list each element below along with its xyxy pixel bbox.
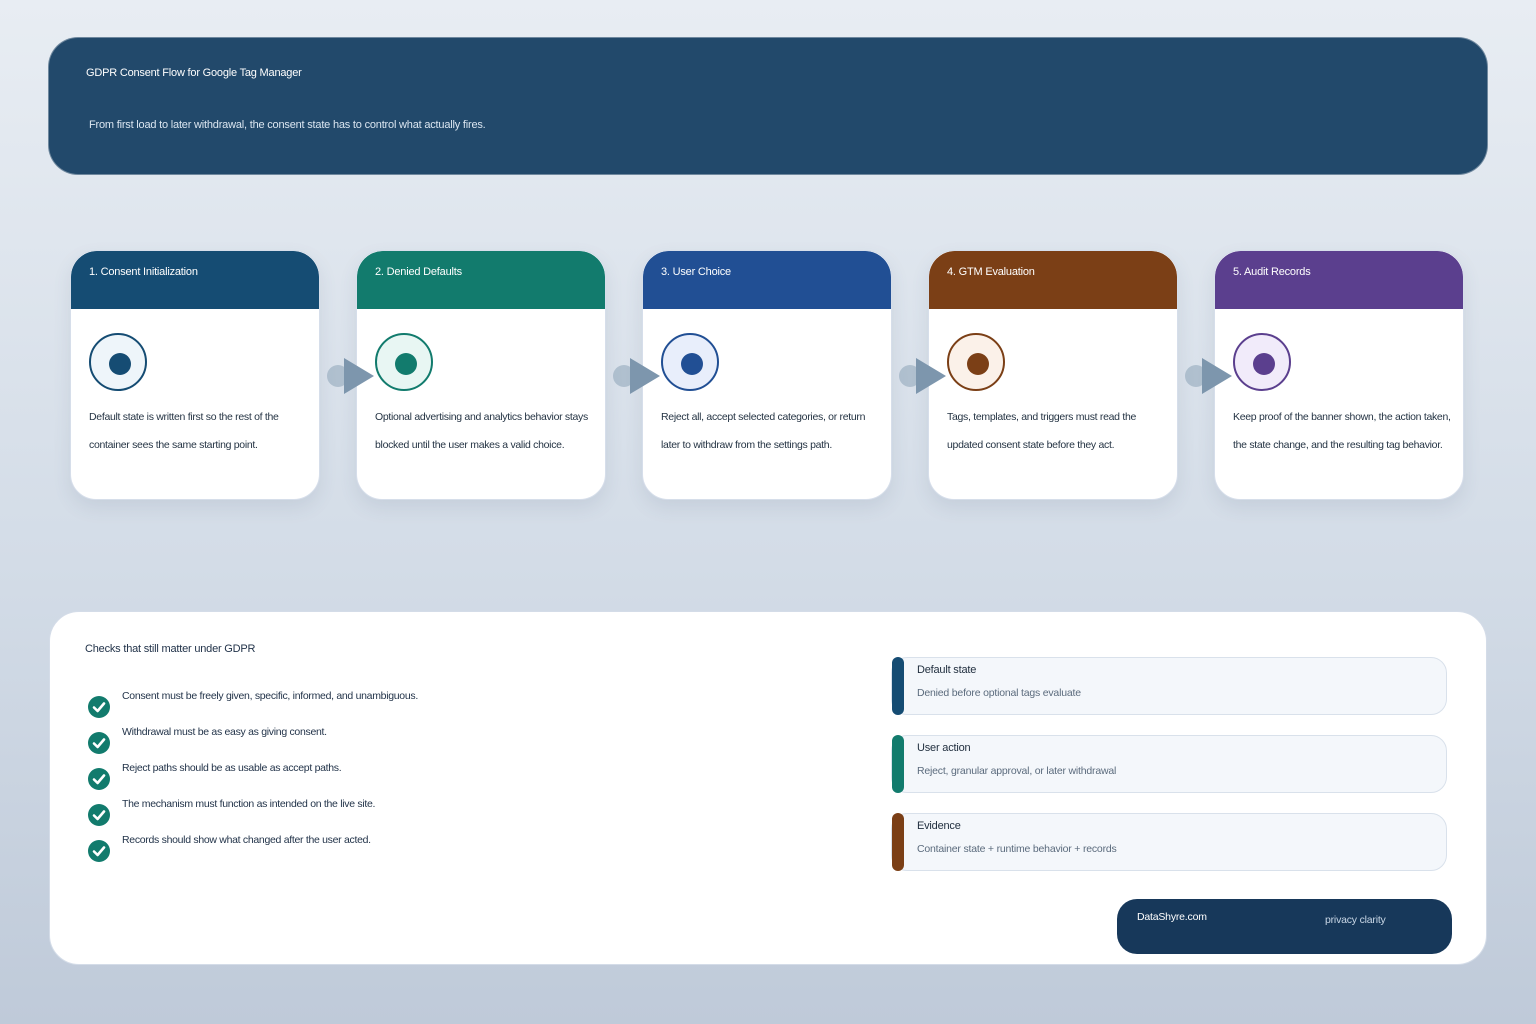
page-title: GDPR Consent Flow for Google Tag Manager [86,67,302,79]
info-accent-bar [892,657,904,715]
step-card-gtm-evaluation: 4. GTM Evaluation Tags, templates, and t… [928,250,1178,500]
info-label: Evidence [917,820,961,832]
step-title: 1. Consent Initialization [89,266,198,278]
target-dot [681,353,703,375]
check-circle-icon [88,804,110,826]
step-title: 4. GTM Evaluation [947,266,1035,278]
info-accent-bar [892,735,904,793]
check-item: Records should show what changed after t… [88,834,648,862]
info-box-default-state: Default state Denied before optional tag… [891,657,1447,715]
check-circle-icon [88,768,110,790]
check-circle-icon [88,840,110,862]
target-icon [1233,333,1291,391]
brand-tagline: privacy clarity [1325,914,1386,926]
checks-title: Checks that still matter under GDPR [85,643,256,655]
info-value: Denied before optional tags evaluate [917,687,1081,699]
step-card-user-choice: 3. User Choice Reject all, accept select… [642,250,892,500]
target-icon [947,333,1005,391]
brand-badge: DataShyre.com privacy clarity [1117,899,1452,954]
arrow-connector-icon [327,358,374,394]
target-dot [1253,353,1275,375]
step-title: 5. Audit Records [1233,266,1311,278]
target-icon [661,333,719,391]
check-text: The mechanism must function as intended … [122,798,376,810]
arrow-connector-icon [1185,358,1232,394]
arrow-connector-icon [613,358,660,394]
check-item: Reject paths should be as usable as acce… [88,762,648,790]
check-item: The mechanism must function as intended … [88,798,648,826]
step-header: 2. Denied Defaults [357,251,605,309]
step-header: 5. Audit Records [1215,251,1463,309]
checks-panel: Checks that still matter under GDPR Cons… [49,611,1487,965]
check-circle-icon [88,732,110,754]
check-text: Consent must be freely given, specific, … [122,690,418,702]
step-title: 2. Denied Defaults [375,266,462,278]
step-header: 3. User Choice [643,251,891,309]
step-description: Keep proof of the banner shown, the acti… [1233,411,1451,451]
info-value: Reject, granular approval, or later with… [917,765,1117,777]
info-value: Container state + runtime behavior + rec… [917,843,1117,855]
step-description: Tags, templates, and triggers must read … [947,411,1137,451]
step-description: Optional advertising and analytics behav… [375,411,588,451]
target-dot [395,353,417,375]
arrow-connector-icon [899,358,946,394]
step-header: 4. GTM Evaluation [929,251,1177,309]
check-text: Reject paths should be as usable as acce… [122,762,342,774]
target-icon [375,333,433,391]
step-description: Default state is written first so the re… [89,411,279,451]
target-dot [967,353,989,375]
info-label: Default state [917,664,977,676]
info-accent-bar [892,813,904,871]
check-item: Consent must be freely given, specific, … [88,690,648,718]
step-card-denied-defaults: 2. Denied Defaults Optional advertising … [356,250,606,500]
check-circle-icon [88,696,110,718]
check-text: Withdrawal must be as easy as giving con… [122,726,327,738]
brand-name: DataShyre.com [1137,911,1207,923]
info-box-user-action: User action Reject, granular approval, o… [891,735,1447,793]
header-banner: GDPR Consent Flow for Google Tag Manager… [48,37,1488,175]
check-item: Withdrawal must be as easy as giving con… [88,726,648,754]
check-text: Records should show what changed after t… [122,834,371,846]
target-icon [89,333,147,391]
info-label: User action [917,742,971,754]
step-description: Reject all, accept selected categories, … [661,411,866,451]
page-subtitle: From first load to later withdrawal, the… [89,119,486,131]
step-card-audit-records: 5. Audit Records Keep proof of the banne… [1214,250,1464,500]
info-box-evidence: Evidence Container state + runtime behav… [891,813,1447,871]
step-header: 1. Consent Initialization [71,251,319,309]
step-title: 3. User Choice [661,266,731,278]
target-dot [109,353,131,375]
step-card-consent-initialization: 1. Consent Initialization Default state … [70,250,320,500]
